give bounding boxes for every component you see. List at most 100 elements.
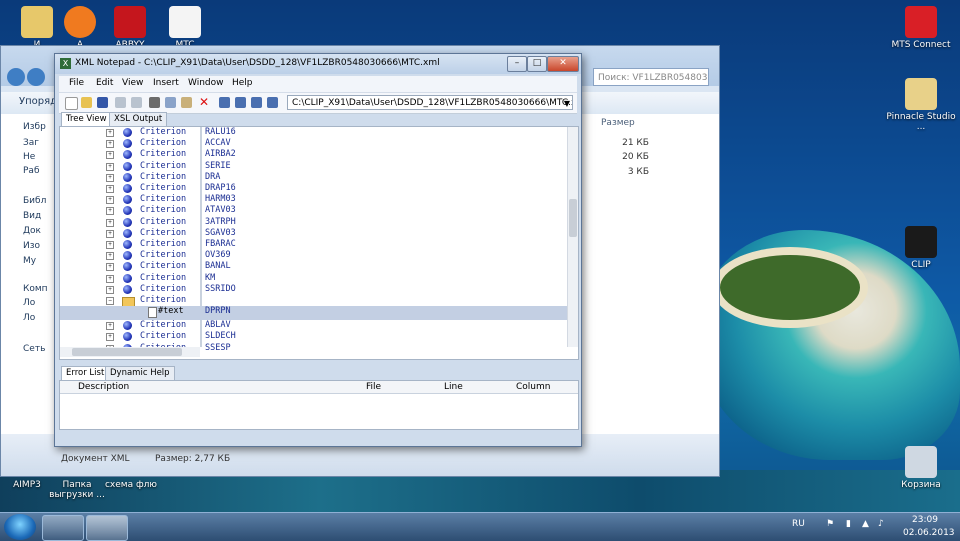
taskbar-explorer[interactable] bbox=[42, 515, 84, 541]
tree-row[interactable]: + Criterion ABLAV bbox=[60, 320, 570, 331]
maximize-button[interactable]: □ bbox=[527, 56, 547, 72]
clock-date[interactable]: 02.06.2013 bbox=[903, 528, 955, 538]
expand-icon[interactable]: + bbox=[106, 185, 114, 193]
tab-tree-view[interactable]: Tree View bbox=[61, 112, 112, 126]
expand-icon[interactable]: + bbox=[106, 274, 114, 283]
desktop-icon-scheme[interactable]: схема флю bbox=[96, 480, 166, 490]
new-file-icon[interactable] bbox=[65, 97, 78, 110]
chevron-down-icon[interactable]: ▼ bbox=[564, 96, 570, 109]
expand-icon[interactable]: + bbox=[106, 285, 114, 294]
horizontal-scrollbar[interactable] bbox=[60, 347, 200, 357]
start-button[interactable] bbox=[4, 514, 36, 540]
nav-item[interactable]: Заг bbox=[23, 138, 39, 148]
expand-icon[interactable]: + bbox=[106, 140, 114, 149]
col-column[interactable]: Column bbox=[516, 382, 550, 392]
expand-icon[interactable]: + bbox=[106, 218, 114, 227]
redo-icon[interactable] bbox=[131, 97, 142, 108]
nav-item[interactable]: Ло bbox=[23, 313, 35, 323]
expand-icon[interactable]: + bbox=[106, 229, 114, 238]
desktop-icon-clip[interactable]: CLIP bbox=[886, 226, 956, 270]
nav-item[interactable]: Раб bbox=[23, 166, 40, 176]
expand-icon[interactable]: + bbox=[106, 263, 114, 272]
nudge-down-icon[interactable] bbox=[235, 97, 246, 108]
vertical-scrollbar[interactable] bbox=[567, 127, 578, 347]
expand-icon[interactable]: + bbox=[106, 207, 114, 216]
desktop-icon-recycle-bin[interactable]: Корзина bbox=[886, 446, 956, 490]
expand-icon[interactable]: + bbox=[106, 196, 114, 205]
forward-button[interactable] bbox=[27, 68, 45, 86]
tree-row-selected[interactable]: #text DPRPN bbox=[60, 306, 570, 321]
tab-error-list[interactable]: Error List bbox=[61, 366, 110, 380]
expand-icon[interactable]: + bbox=[106, 333, 114, 342]
expand-icon[interactable]: + bbox=[106, 129, 114, 137]
tree-row[interactable]: + Criterion AIRBA2 bbox=[60, 149, 570, 160]
clock-time[interactable]: 23:09 bbox=[912, 515, 938, 525]
menu-edit[interactable]: Edit bbox=[96, 78, 113, 88]
menu-insert[interactable]: Insert bbox=[153, 78, 179, 88]
nav-item[interactable]: Ло bbox=[23, 298, 35, 308]
close-button[interactable]: ✕ bbox=[547, 56, 579, 72]
scroll-thumb[interactable] bbox=[569, 199, 577, 237]
minimize-button[interactable]: – bbox=[507, 56, 527, 72]
desktop-icon-pinnacle[interactable]: Pinnacle Studio ... bbox=[886, 78, 956, 132]
desktop-icon-mts-connect[interactable]: MTS Connect bbox=[886, 6, 956, 50]
save-icon[interactable] bbox=[97, 97, 108, 108]
nudge-up-icon[interactable] bbox=[219, 97, 230, 108]
col-file[interactable]: File bbox=[366, 382, 381, 392]
delete-icon[interactable]: ✕ bbox=[199, 96, 210, 108]
copy-icon[interactable] bbox=[165, 97, 176, 108]
file-path-combo[interactable]: C:\CLIP_X91\Data\User\DSDD_128\VF1LZBR05… bbox=[287, 95, 573, 110]
undo-icon[interactable] bbox=[115, 97, 126, 108]
scroll-thumb[interactable] bbox=[72, 348, 182, 356]
nav-item[interactable]: Му bbox=[23, 256, 36, 266]
language-indicator[interactable]: RU bbox=[792, 519, 805, 529]
nav-item[interactable]: Док bbox=[23, 226, 41, 236]
tree-row[interactable]: − Criterion bbox=[60, 295, 570, 307]
taskbar-xml-notepad[interactable] bbox=[86, 515, 128, 541]
tree-row[interactable]: + Criterion KM bbox=[60, 273, 570, 284]
nav-item[interactable]: Сеть bbox=[23, 344, 45, 354]
tab-dynamic-help[interactable]: Dynamic Help bbox=[105, 366, 175, 380]
nav-item[interactable]: Избр bbox=[23, 122, 46, 132]
tree-row[interactable]: + Criterion HARM03 bbox=[60, 194, 570, 205]
open-folder-icon[interactable] bbox=[81, 97, 92, 108]
tree-row[interactable]: + Criterion SLDECH bbox=[60, 331, 570, 342]
tree-row[interactable]: + Criterion FBARAC bbox=[60, 239, 570, 250]
menu-help[interactable]: Help bbox=[232, 78, 253, 88]
nav-item[interactable]: Изо bbox=[23, 241, 40, 251]
nudge-right-icon[interactable] bbox=[267, 97, 278, 108]
expand-icon[interactable]: + bbox=[106, 241, 114, 249]
back-button[interactable] bbox=[7, 68, 25, 86]
battery-icon[interactable]: ▮ bbox=[846, 519, 851, 529]
col-description[interactable]: Description bbox=[78, 382, 129, 392]
tree-row[interactable]: + Criterion SGAV03 bbox=[60, 228, 570, 239]
tree-row[interactable]: + Criterion DRAP16 bbox=[60, 183, 570, 194]
tree-row[interactable]: + Criterion 3ATRPH bbox=[60, 217, 570, 228]
menu-window[interactable]: Window bbox=[188, 78, 224, 88]
menu-view[interactable]: View bbox=[122, 78, 143, 88]
tree-row[interactable]: + Criterion SERIE bbox=[60, 161, 570, 172]
tree-row[interactable]: + Criterion ACCAV bbox=[60, 138, 570, 149]
paste-icon[interactable] bbox=[181, 97, 192, 108]
volume-icon[interactable]: ♪ bbox=[878, 519, 884, 529]
nudge-left-icon[interactable] bbox=[251, 97, 262, 108]
tree-row[interactable]: + Criterion RALU16 bbox=[60, 127, 570, 138]
expand-icon[interactable]: + bbox=[106, 173, 114, 182]
nav-item[interactable]: Комп bbox=[23, 284, 48, 294]
tree-row[interactable]: + Criterion OV369 bbox=[60, 250, 570, 261]
menu-file[interactable]: File bbox=[69, 78, 84, 88]
flag-icon[interactable]: ⚑ bbox=[826, 519, 834, 529]
expand-icon[interactable]: + bbox=[106, 151, 114, 160]
tree-row[interactable]: + Criterion SSRIDO bbox=[60, 284, 570, 295]
cut-icon[interactable] bbox=[149, 97, 160, 108]
tab-xsl-output[interactable]: XSL Output bbox=[109, 112, 168, 126]
tree-row[interactable]: + Criterion ATAV03 bbox=[60, 205, 570, 216]
tree-row[interactable]: + Criterion DRA bbox=[60, 172, 570, 183]
nav-item[interactable]: Библ bbox=[23, 196, 46, 206]
desktop-icon-mtc[interactable]: MTC bbox=[150, 6, 220, 50]
tree-row[interactable]: + Criterion BANAL bbox=[60, 261, 570, 272]
network-icon[interactable]: ▲ bbox=[862, 519, 869, 529]
collapse-icon[interactable]: − bbox=[106, 297, 114, 305]
size-column-header[interactable]: Размер bbox=[601, 118, 635, 128]
nav-item[interactable]: Вид bbox=[23, 211, 41, 221]
